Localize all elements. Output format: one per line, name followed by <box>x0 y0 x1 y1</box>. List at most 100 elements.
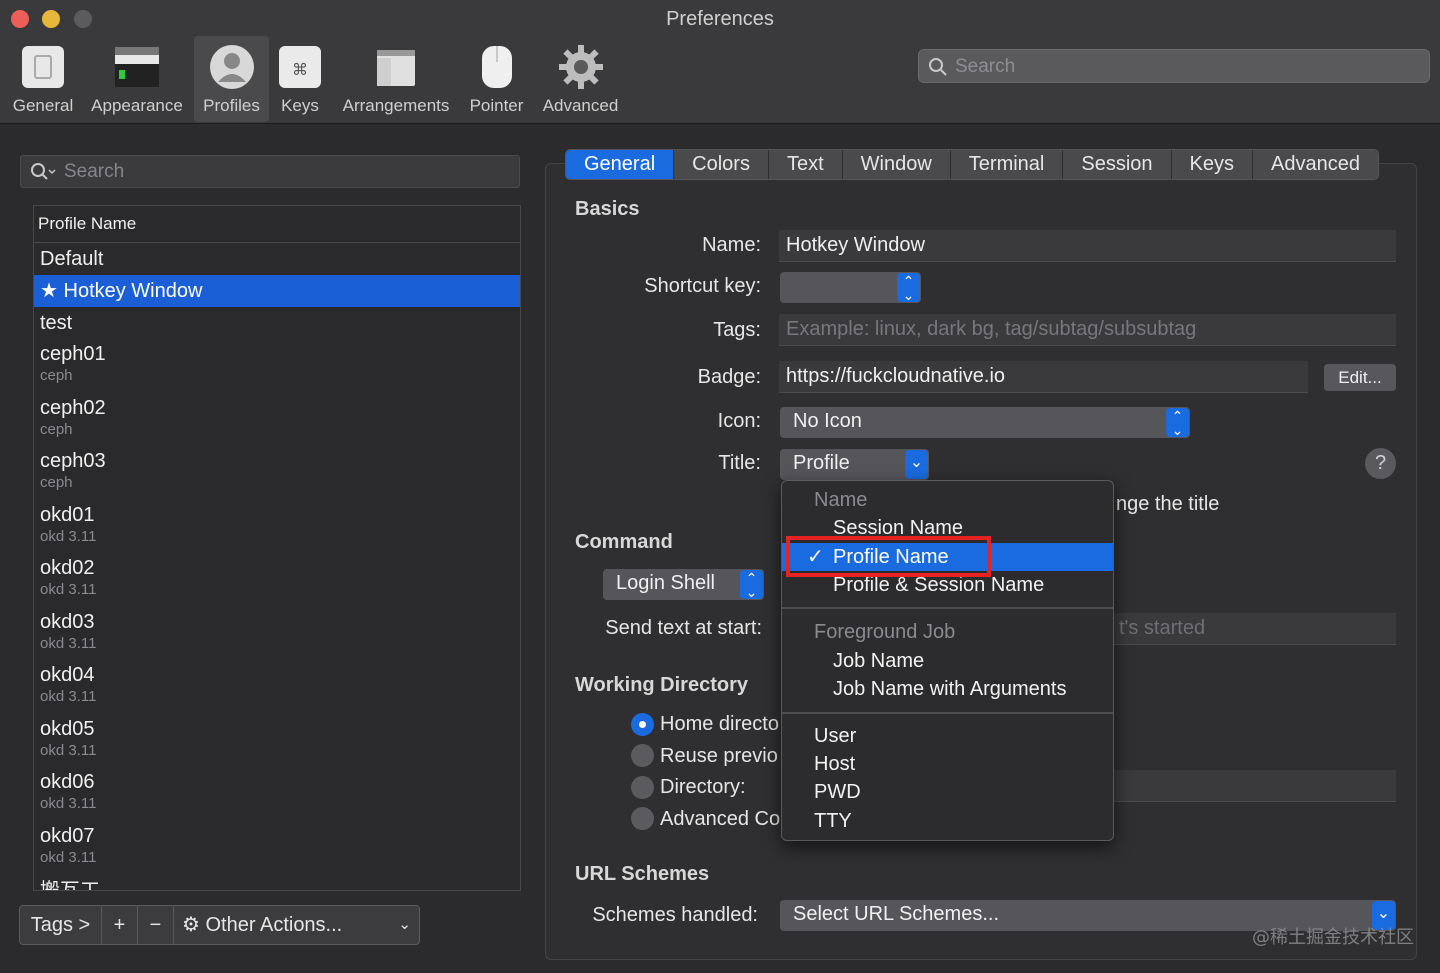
advanced-config-radio[interactable] <box>631 807 654 830</box>
keys-command-icon: ⌘ <box>279 46 321 88</box>
tab-window[interactable]: Window <box>842 150 951 179</box>
tab-text[interactable]: Text <box>768 150 843 179</box>
profile-tag: ceph <box>40 474 73 491</box>
appearance-window-icon <box>115 47 159 87</box>
profile-name: okd07 <box>40 824 95 847</box>
command-type-popup[interactable]: Login Shell ⌃ ⌄ <box>603 569 764 600</box>
menu-item-tty[interactable]: TTY <box>782 807 1113 835</box>
url-schemes-value: Select URL Schemes... <box>793 903 1000 925</box>
menu-item-job-name[interactable]: Job Name <box>782 647 1113 675</box>
profile-name: okd02 <box>40 557 95 579</box>
add-profile-button[interactable]: + <box>102 906 138 944</box>
profile-row[interactable]: okd06 okd 3.11 <box>34 767 520 821</box>
profile-row[interactable]: okd04 okd 3.11 <box>34 660 520 714</box>
badge-label: Badge: <box>697 366 761 388</box>
profile-name: Default <box>40 248 104 270</box>
title-popup-value: Profile <box>793 452 850 474</box>
directory-radio[interactable] <box>631 776 654 799</box>
icon-label: Icon: <box>717 410 761 432</box>
menu-item-user[interactable]: User <box>782 722 1113 750</box>
tags-toggle-button[interactable]: Tags > <box>20 906 102 944</box>
shortcut-key-popup[interactable]: ⌃ ⌄ <box>780 272 921 303</box>
profile-row[interactable]: okd01 okd 3.11 <box>34 500 520 554</box>
profile-row[interactable]: okd03 okd 3.11 <box>34 607 520 661</box>
tab-general[interactable]: General <box>566 150 675 179</box>
watermark-text: @稀土掘金技术社区 <box>1252 927 1414 948</box>
profile-row[interactable]: ceph02 ceph <box>34 393 520 447</box>
profile-name: okd05 <box>40 717 95 740</box>
shortcut-key-label: Shortcut key: <box>644 275 761 297</box>
icon-popup[interactable]: No Icon ⌃ ⌄ <box>780 407 1190 438</box>
toolbar-pointer[interactable]: Pointer <box>465 36 528 122</box>
badge-edit-button[interactable]: Edit... <box>1324 364 1396 391</box>
profile-row-selected[interactable]: ★ Hotkey Window <box>34 275 520 307</box>
other-actions-menu[interactable]: ⚙ Other Actions... ⌄ <box>174 906 419 944</box>
home-directory-label: Home directo <box>660 713 779 735</box>
toolbar-general-label: General <box>12 96 74 115</box>
home-directory-radio[interactable] <box>631 713 654 736</box>
remove-profile-button[interactable]: − <box>138 906 174 944</box>
general-switch-icon <box>22 46 64 88</box>
profile-list[interactable]: Profile Name Default ★ Hotkey Window tes… <box>33 205 521 891</box>
help-button[interactable]: ? <box>1365 448 1396 479</box>
highlight-annotation-box <box>786 536 991 577</box>
profile-row[interactable]: ceph01 ceph <box>34 339 520 393</box>
toolbar-arrangements[interactable]: Arrangements <box>337 36 455 122</box>
profile-search-placeholder: Search <box>64 161 125 182</box>
menu-separator <box>782 712 1113 714</box>
toolbar-general[interactable]: General <box>9 36 77 122</box>
profile-tag: okd 3.11 <box>40 527 97 545</box>
profile-tag: okd 3.11 <box>40 634 97 652</box>
profile-row[interactable]: 搬瓦工 <box>34 874 520 891</box>
tab-keys[interactable]: Keys <box>1171 150 1253 179</box>
profile-search-field[interactable]: Search <box>20 155 520 188</box>
chevron-down-icon: ⌄ <box>905 450 928 479</box>
profile-row[interactable]: okd07 okd 3.11 <box>34 821 520 875</box>
tab-session[interactable]: Session <box>1063 150 1172 179</box>
name-label: Name: <box>702 234 761 256</box>
profile-list-header[interactable]: Profile Name <box>34 206 520 243</box>
title-popup[interactable]: Profile ⌄ <box>780 449 929 480</box>
advanced-gear-icon <box>558 45 603 89</box>
reuse-previous-radio[interactable] <box>631 744 654 767</box>
pointer-mouse-icon <box>481 46 512 88</box>
badge-field[interactable]: https://fuckcloudnative.io <box>779 361 1308 393</box>
tab-colors[interactable]: Colors <box>674 150 769 179</box>
profile-tag: okd 3.11 <box>40 688 97 705</box>
settings-tab-bar: General Colors Text Window Terminal Sess… <box>565 149 1379 180</box>
profile-row[interactable]: Default <box>34 243 520 275</box>
send-text-field[interactable]: t's started <box>1112 613 1396 645</box>
toolbar-advanced-label: Advanced <box>542 96 619 115</box>
menu-item-pwd[interactable]: PWD <box>782 778 1113 806</box>
arrangements-windows-icon <box>377 50 415 86</box>
directory-path-field[interactable] <box>1112 770 1396 802</box>
chevron-down-icon: ⌄ <box>398 916 411 933</box>
tab-terminal[interactable]: Terminal <box>950 150 1064 179</box>
profile-tag: okd 3.11 <box>40 741 97 759</box>
profile-row[interactable]: okd05 okd 3.11 <box>34 714 520 768</box>
menu-item-job-name-args[interactable]: Job Name with Arguments <box>782 675 1113 703</box>
tab-advanced[interactable]: Advanced <box>1252 150 1378 179</box>
icon-popup-value: No Icon <box>793 410 862 432</box>
profile-name: 搬瓦工 <box>40 878 100 891</box>
toolbar-profiles[interactable]: Profiles <box>194 36 269 122</box>
toolbar-search-field[interactable]: Search <box>918 49 1430 83</box>
profile-row[interactable]: ceph03 ceph <box>34 446 520 500</box>
basics-heading: Basics <box>575 198 640 220</box>
schemes-handled-label: Schemes handled: <box>592 904 758 926</box>
toolbar-appearance[interactable]: Appearance <box>87 36 187 122</box>
command-type-value: Login Shell <box>616 572 715 594</box>
profile-tag: ceph <box>40 367 73 384</box>
title-hint-text: nge the title <box>1116 493 1220 515</box>
working-directory-heading: Working Directory <box>575 674 748 696</box>
toolbar-keys[interactable]: ⌘ Keys <box>276 36 324 122</box>
tags-field[interactable]: Example: linux, dark bg, tag/subtag/subs… <box>779 314 1396 346</box>
profile-row[interactable]: okd02 okd 3.11 <box>34 553 520 607</box>
menu-item-host[interactable]: Host <box>782 750 1113 778</box>
name-field[interactable]: Hotkey Window <box>779 230 1396 262</box>
profile-tag: ceph <box>40 420 73 438</box>
other-actions-label: Other Actions... <box>205 914 343 936</box>
command-heading: Command <box>575 531 673 553</box>
toolbar-advanced[interactable]: Advanced <box>538 36 623 122</box>
profile-row[interactable]: test <box>34 307 520 339</box>
